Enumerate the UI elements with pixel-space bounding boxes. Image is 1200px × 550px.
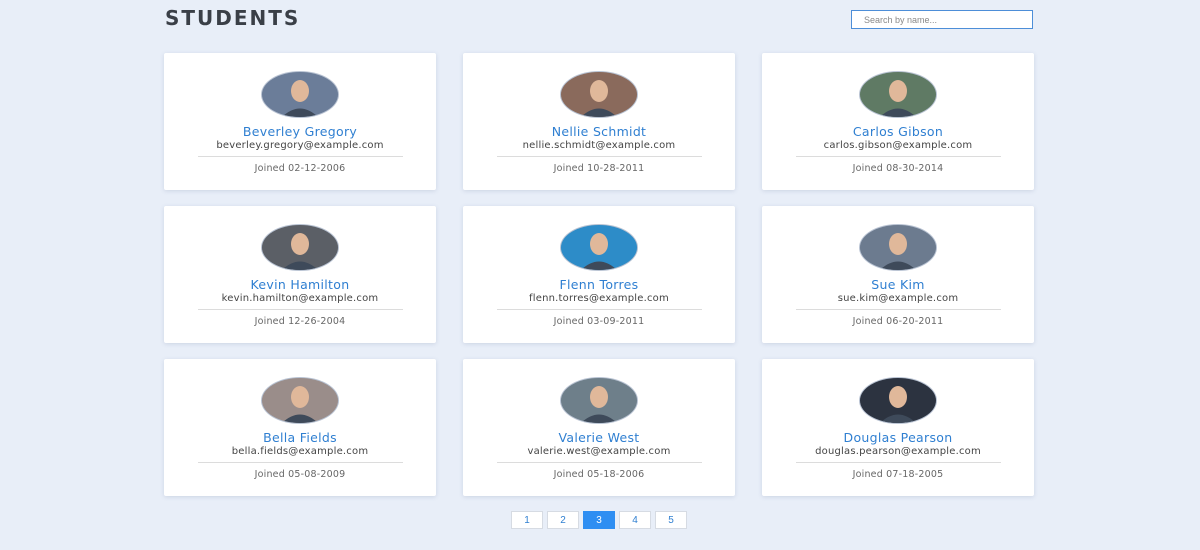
student-card[interactable]: Bella Fields bella.fields@example.com Jo… bbox=[164, 359, 436, 496]
student-name[interactable]: Beverley Gregory bbox=[243, 124, 357, 139]
joined-date: Joined 08-30-2014 bbox=[852, 163, 944, 174]
avatar-portrait-icon bbox=[262, 378, 338, 423]
joined-date: Joined 06-20-2011 bbox=[852, 316, 944, 327]
avatar-portrait-icon bbox=[262, 72, 338, 117]
avatar-portrait-icon bbox=[561, 378, 637, 423]
divider bbox=[795, 462, 1001, 463]
student-card[interactable]: Kevin Hamilton kevin.hamilton@example.co… bbox=[164, 206, 436, 343]
divider bbox=[795, 309, 1001, 310]
student-email: valerie.west@example.com bbox=[527, 446, 671, 457]
avatar[interactable] bbox=[262, 225, 338, 270]
student-email: beverley.gregory@example.com bbox=[216, 140, 384, 151]
avatar[interactable] bbox=[860, 72, 936, 117]
avatar[interactable] bbox=[561, 72, 637, 117]
student-name[interactable]: Bella Fields bbox=[263, 430, 337, 445]
divider bbox=[197, 462, 403, 463]
student-card[interactable]: Flenn Torres flenn.torres@example.com Jo… bbox=[463, 206, 735, 343]
search-input[interactable] bbox=[851, 10, 1033, 29]
student-email: flenn.torres@example.com bbox=[529, 293, 669, 304]
avatar-portrait-icon bbox=[860, 225, 936, 270]
divider bbox=[795, 156, 1001, 157]
student-name[interactable]: Kevin Hamilton bbox=[251, 277, 350, 292]
avatar[interactable] bbox=[561, 378, 637, 423]
divider bbox=[197, 309, 403, 310]
page-button-3[interactable]: 3 bbox=[583, 511, 615, 529]
page-button-4[interactable]: 4 bbox=[619, 511, 651, 529]
avatar[interactable] bbox=[262, 378, 338, 423]
page-button-1[interactable]: 1 bbox=[511, 511, 543, 529]
students-page: STUDENTS Beverley Gregory beverley.grego… bbox=[0, 0, 1200, 550]
avatar[interactable] bbox=[860, 225, 936, 270]
student-email: bella.fields@example.com bbox=[231, 446, 369, 457]
student-card[interactable]: Beverley Gregory beverley.gregory@exampl… bbox=[164, 53, 436, 190]
student-name[interactable]: Valerie West bbox=[558, 430, 639, 445]
student-card[interactable]: Nellie Schmidt nellie.schmidt@example.co… bbox=[463, 53, 735, 190]
avatar-portrait-icon bbox=[860, 378, 936, 423]
student-name[interactable]: Carlos Gibson bbox=[853, 124, 943, 139]
avatar[interactable] bbox=[561, 225, 637, 270]
student-card[interactable]: Sue Kim sue.kim@example.com Joined 06-20… bbox=[762, 206, 1034, 343]
student-email: nellie.schmidt@example.com bbox=[522, 140, 676, 151]
student-name[interactable]: Nellie Schmidt bbox=[552, 124, 647, 139]
avatar[interactable] bbox=[860, 378, 936, 423]
pagination: 12345 bbox=[511, 511, 687, 529]
divider bbox=[496, 156, 702, 157]
divider bbox=[496, 462, 702, 463]
page-button-5[interactable]: 5 bbox=[655, 511, 687, 529]
divider bbox=[197, 156, 403, 157]
joined-date: Joined 02-12-2006 bbox=[254, 163, 346, 174]
joined-date: Joined 12-26-2004 bbox=[254, 316, 346, 327]
joined-date: Joined 05-08-2009 bbox=[254, 469, 346, 480]
student-card[interactable]: Douglas Pearson douglas.pearson@example.… bbox=[762, 359, 1034, 496]
joined-date: Joined 03-09-2011 bbox=[553, 316, 645, 327]
page-button-2[interactable]: 2 bbox=[547, 511, 579, 529]
student-name[interactable]: Sue Kim bbox=[871, 277, 924, 292]
avatar-portrait-icon bbox=[561, 72, 637, 117]
student-email: douglas.pearson@example.com bbox=[815, 446, 981, 457]
avatar-portrait-icon bbox=[561, 225, 637, 270]
student-grid: Beverley Gregory beverley.gregory@exampl… bbox=[164, 53, 1034, 496]
student-card[interactable]: Valerie West valerie.west@example.com Jo… bbox=[463, 359, 735, 496]
student-name[interactable]: Douglas Pearson bbox=[844, 430, 953, 445]
student-card[interactable]: Carlos Gibson carlos.gibson@example.com … bbox=[762, 53, 1034, 190]
avatar-portrait-icon bbox=[262, 225, 338, 270]
student-email: sue.kim@example.com bbox=[837, 293, 959, 304]
divider bbox=[496, 309, 702, 310]
student-email: kevin.hamilton@example.com bbox=[221, 293, 379, 304]
avatar[interactable] bbox=[262, 72, 338, 117]
student-name[interactable]: Flenn Torres bbox=[560, 277, 639, 292]
avatar-portrait-icon bbox=[860, 72, 936, 117]
joined-date: Joined 07-18-2005 bbox=[852, 469, 944, 480]
page-title: STUDENTS bbox=[165, 6, 301, 30]
joined-date: Joined 05-18-2006 bbox=[553, 469, 645, 480]
student-email: carlos.gibson@example.com bbox=[823, 140, 973, 151]
joined-date: Joined 10-28-2011 bbox=[553, 163, 645, 174]
